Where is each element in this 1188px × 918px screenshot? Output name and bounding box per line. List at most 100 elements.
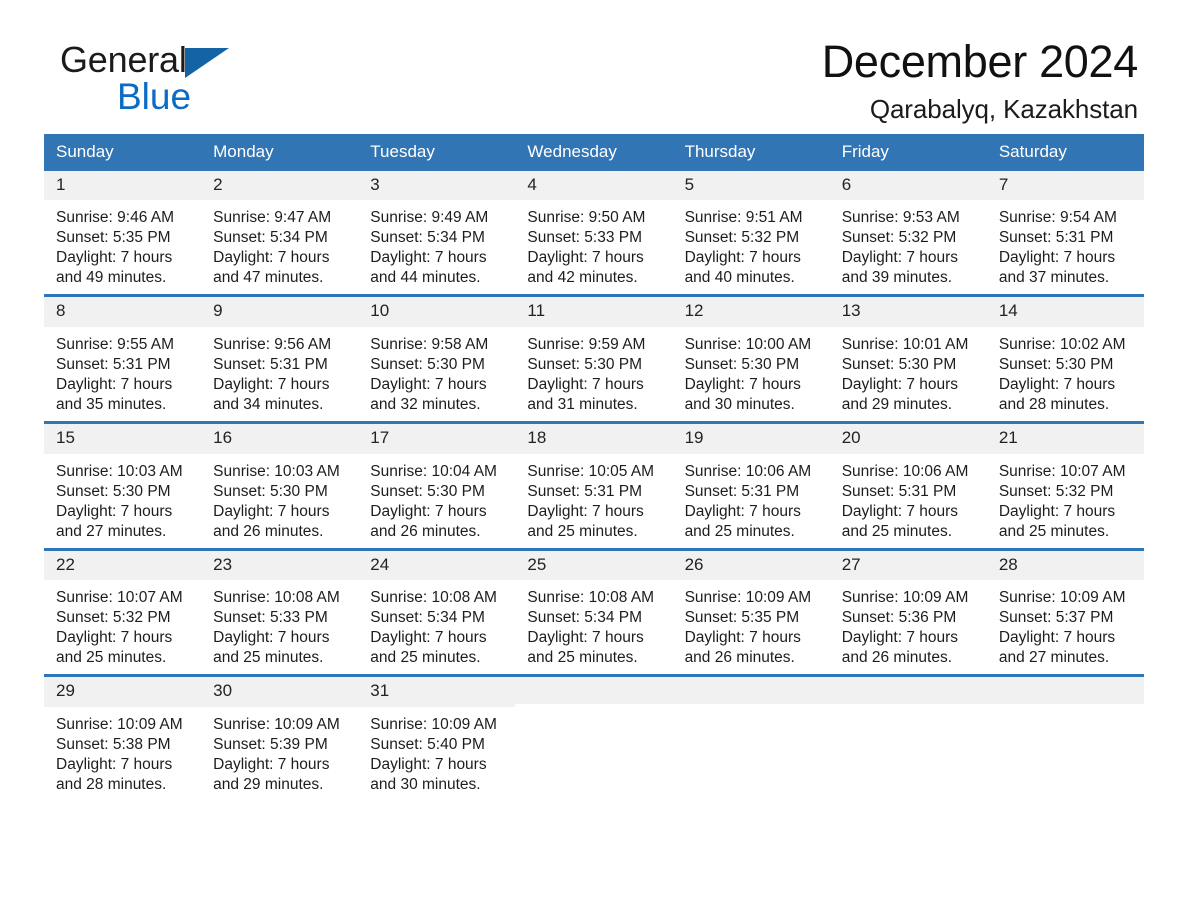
calendar-week-row: 22 Sunrise: 10:07 AM Sunset: 5:32 PM Day…: [44, 547, 1144, 675]
day-number: 15: [44, 423, 202, 454]
day-cell[interactable]: 18 Sunrise: 10:05 AM Sunset: 5:31 PM Day…: [515, 423, 673, 548]
sunset-text: Sunset: 5:37 PM: [998, 609, 1114, 627]
sunset-text: Sunset: 5:31 PM: [684, 482, 800, 500]
day-cell[interactable]: 23 Sunrise: 10:08 AM Sunset: 5:33 PM Day…: [201, 550, 359, 675]
daylight-text-line2: and 31 minutes.: [527, 395, 638, 413]
sunrise-text: Sunrise: 10:09 AM: [213, 715, 340, 733]
daylight-text-line1: Daylight: 7 hours: [841, 502, 959, 520]
day-cell[interactable]: 30 Sunrise: 10:09 AM Sunset: 5:39 PM Day…: [201, 677, 359, 801]
sunrise-text: Sunrise: 10:09 AM: [684, 589, 812, 607]
daylight-text-line1: Daylight: 7 hours: [213, 249, 330, 267]
day-cell[interactable]: 7 Sunrise: 9:54 AM Sunset: 5:31 PM Dayli…: [986, 170, 1144, 295]
day-details: Sunrise: 9:55 AM Sunset: 5:31 PM Dayligh…: [44, 327, 201, 421]
page-masthead: General Blue December 2024 Qarabalyq, Ka…: [44, 0, 1144, 125]
day-cell[interactable]: 16 Sunrise: 10:03 AM Sunset: 5:30 PM Day…: [201, 423, 359, 548]
sunrise-text: Sunrise: 10:06 AM: [684, 462, 812, 480]
sunset-text: Sunset: 5:31 PM: [998, 229, 1114, 247]
sunset-text: Sunset: 5:30 PM: [213, 482, 328, 500]
daylight-text-line1: Daylight: 7 hours: [841, 375, 959, 393]
weekday-header-wednesday: Wednesday: [527, 142, 617, 161]
sunrise-text: Sunrise: 9:59 AM: [527, 335, 646, 353]
day-cell[interactable]: 19 Sunrise: 10:06 AM Sunset: 5:31 PM Day…: [672, 423, 830, 548]
day-cell[interactable]: 2 Sunrise: 9:47 AM Sunset: 5:34 PM Dayli…: [201, 170, 359, 295]
day-cell[interactable]: 31 Sunrise: 10:09 AM Sunset: 5:40 PM Day…: [358, 677, 516, 801]
day-details: Sunrise: 9:49 AM Sunset: 5:34 PM Dayligh…: [358, 200, 515, 294]
sunset-text: Sunset: 5:32 PM: [56, 609, 171, 627]
day-cell[interactable]: 29 Sunrise: 10:09 AM Sunset: 5:38 PM Day…: [44, 677, 202, 801]
day-details: Sunrise: 10:08 AM Sunset: 5:34 PM Daylig…: [358, 580, 515, 674]
daylight-text-line2: and 25 minutes.: [527, 649, 638, 667]
day-number: [986, 677, 1144, 705]
day-cell[interactable]: 15 Sunrise: 10:03 AM Sunset: 5:30 PM Day…: [44, 423, 202, 548]
day-cell[interactable]: 1 Sunrise: 9:46 AM Sunset: 5:35 PM Dayli…: [44, 170, 202, 295]
sunrise-text: Sunrise: 10:03 AM: [56, 462, 183, 480]
day-cell[interactable]: 25 Sunrise: 10:08 AM Sunset: 5:34 PM Day…: [515, 550, 673, 675]
daylight-text-line1: Daylight: 7 hours: [527, 629, 644, 647]
day-cell[interactable]: 28 Sunrise: 10:09 AM Sunset: 5:37 PM Day…: [986, 550, 1144, 675]
day-cell[interactable]: 20 Sunrise: 10:06 AM Sunset: 5:31 PM Day…: [829, 423, 987, 548]
sunrise-text: Sunrise: 9:56 AM: [213, 335, 332, 353]
daylight-text-line1: Daylight: 7 hours: [370, 375, 487, 393]
daylight-text-line1: Daylight: 7 hours: [998, 629, 1116, 647]
day-cell[interactable]: 27 Sunrise: 10:09 AM Sunset: 5:36 PM Day…: [829, 550, 987, 675]
day-cell[interactable]: 11 Sunrise: 9:59 AM Sunset: 5:30 PM Dayl…: [515, 297, 673, 421]
day-cell[interactable]: 3 Sunrise: 9:49 AM Sunset: 5:34 PM Dayli…: [358, 170, 516, 295]
day-cell[interactable]: 4 Sunrise: 9:50 AM Sunset: 5:33 PM Dayli…: [515, 170, 673, 295]
day-cell[interactable]: 14 Sunrise: 10:02 AM Sunset: 5:30 PM Day…: [986, 297, 1144, 421]
general-blue-logo: General Blue: [60, 42, 360, 122]
day-number: 20: [829, 423, 987, 454]
day-details: Sunrise: 9:47 AM Sunset: 5:34 PM Dayligh…: [201, 200, 358, 294]
day-number: 26: [672, 550, 830, 581]
day-cell[interactable]: 9 Sunrise: 9:56 AM Sunset: 5:31 PM Dayli…: [201, 297, 359, 421]
daylight-text-line2: and 25 minutes.: [998, 522, 1110, 540]
daylight-text-line2: and 39 minutes.: [841, 269, 952, 287]
daylight-text-line1: Daylight: 7 hours: [527, 502, 644, 520]
calendar-week-row: 15 Sunrise: 10:03 AM Sunset: 5:30 PM Day…: [44, 420, 1144, 548]
daylight-text-line2: and 26 minutes.: [370, 522, 481, 540]
daylight-text-line1: Daylight: 7 hours: [56, 755, 173, 773]
sunrise-text: Sunrise: 10:07 AM: [56, 589, 183, 607]
daylight-text-line1: Daylight: 7 hours: [213, 502, 330, 520]
logo-text-general: General: [60, 39, 187, 80]
calendar-page: General Blue December 2024 Qarabalyq, Ka…: [0, 0, 1188, 918]
day-cell[interactable]: 21 Sunrise: 10:07 AM Sunset: 5:32 PM Day…: [986, 423, 1144, 548]
day-cell[interactable]: 5 Sunrise: 9:51 AM Sunset: 5:32 PM Dayli…: [672, 170, 830, 295]
day-cell[interactable]: 8 Sunrise: 9:55 AM Sunset: 5:31 PM Dayli…: [44, 297, 202, 421]
day-cell[interactable]: 13 Sunrise: 10:01 AM Sunset: 5:30 PM Day…: [829, 297, 987, 421]
day-cell-empty: [515, 677, 673, 801]
sunset-text: Sunset: 5:31 PM: [213, 355, 328, 373]
day-details: Sunrise: 10:07 AM Sunset: 5:32 PM Daylig…: [987, 454, 1144, 548]
sunrise-text: Sunrise: 10:08 AM: [527, 589, 655, 607]
day-number: 22: [44, 550, 202, 581]
sunset-text: Sunset: 5:32 PM: [841, 229, 957, 247]
weekday-header-friday: Friday: [841, 142, 889, 161]
day-cell[interactable]: 22 Sunrise: 10:07 AM Sunset: 5:32 PM Day…: [44, 550, 202, 675]
sunset-text: Sunset: 5:34 PM: [370, 229, 485, 247]
daylight-text-line2: and 29 minutes.: [841, 395, 952, 413]
sunrise-text: Sunrise: 10:06 AM: [841, 462, 969, 480]
day-cell[interactable]: 6 Sunrise: 9:53 AM Sunset: 5:32 PM Dayli…: [829, 170, 987, 295]
daylight-text-line1: Daylight: 7 hours: [841, 249, 959, 267]
sunset-text: Sunset: 5:30 PM: [841, 355, 957, 373]
day-details: Sunrise: 9:56 AM Sunset: 5:31 PM Dayligh…: [201, 327, 358, 421]
weekday-header-tuesday: Tuesday: [370, 142, 435, 161]
sunset-text: Sunset: 5:32 PM: [684, 229, 800, 247]
sunset-text: Sunset: 5:39 PM: [213, 735, 328, 753]
day-cell[interactable]: 10 Sunrise: 9:58 AM Sunset: 5:30 PM Dayl…: [358, 297, 516, 421]
sunset-text: Sunset: 5:38 PM: [56, 735, 171, 753]
daylight-text-line1: Daylight: 7 hours: [527, 375, 644, 393]
sunrise-text: Sunrise: 9:54 AM: [998, 209, 1117, 227]
day-number: 12: [672, 297, 830, 327]
day-cell[interactable]: 12 Sunrise: 10:00 AM Sunset: 5:30 PM Day…: [672, 297, 830, 421]
daylight-text-line2: and 40 minutes.: [684, 269, 795, 287]
sunrise-text: Sunrise: 10:02 AM: [998, 335, 1126, 353]
day-cell[interactable]: 17 Sunrise: 10:04 AM Sunset: 5:30 PM Day…: [358, 423, 516, 548]
day-cell[interactable]: 26 Sunrise: 10:09 AM Sunset: 5:35 PM Day…: [672, 550, 830, 675]
daylight-text-line1: Daylight: 7 hours: [684, 502, 801, 520]
daylight-text-line1: Daylight: 7 hours: [56, 375, 173, 393]
day-cell[interactable]: 24 Sunrise: 10:08 AM Sunset: 5:34 PM Day…: [358, 550, 516, 675]
daylight-text-line2: and 25 minutes.: [56, 649, 167, 667]
day-number: 9: [201, 297, 359, 327]
sunrise-text: Sunrise: 10:07 AM: [998, 462, 1126, 480]
day-number: 28: [986, 550, 1144, 581]
